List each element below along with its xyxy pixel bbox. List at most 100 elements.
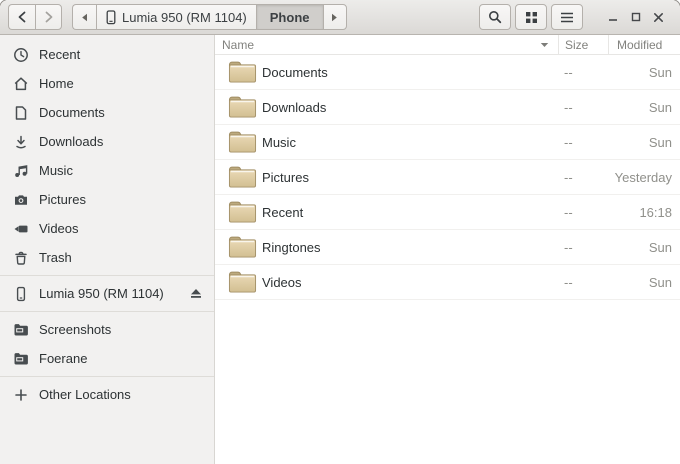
file-name: Videos	[262, 274, 302, 290]
close-button[interactable]	[647, 5, 670, 29]
sidebar-item-trash[interactable]: Trash	[0, 243, 214, 272]
document-icon	[13, 105, 29, 121]
sidebar-item-downloads[interactable]: Downloads	[0, 127, 214, 156]
file-modified: Yesterday	[614, 169, 672, 185]
path-segment-current[interactable]: Phone	[255, 4, 323, 30]
table-row-ringtones[interactable]: Ringtones -- Sun	[215, 230, 680, 265]
eject-icon	[190, 288, 202, 299]
column-header-name[interactable]: Name	[215, 38, 558, 52]
search-icon	[488, 10, 502, 24]
file-list-pane: Name Size Modified Documents -- Sun Down…	[215, 35, 680, 464]
file-modified: 16:18	[639, 204, 672, 220]
sidebar-item-music[interactable]: Music	[0, 156, 214, 185]
table-row-documents[interactable]: Documents -- Sun	[215, 55, 680, 90]
path-segment-device[interactable]: Lumia 950 (RM 1104)	[96, 4, 256, 30]
minimize-button[interactable]	[601, 5, 624, 29]
chevron-right-icon	[44, 11, 54, 23]
file-name: Ringtones	[262, 239, 321, 255]
file-size: --	[564, 239, 573, 255]
folder-icon	[228, 235, 257, 259]
file-rows: Documents -- Sun Downloads -- Sun Music …	[215, 55, 680, 464]
file-size: --	[564, 169, 573, 185]
sidebar-item-pictures[interactable]: Pictures	[0, 185, 214, 214]
sidebar-item-label: Home	[39, 76, 74, 91]
list-column-headers: Name Size Modified	[215, 35, 680, 55]
sort-descending-icon	[540, 42, 549, 48]
menu-button[interactable]	[551, 4, 583, 30]
chevron-left-icon	[17, 11, 27, 23]
sidebar-bookmark-label: Screenshots	[39, 322, 112, 337]
header-actions	[479, 4, 670, 30]
triangle-left-icon	[81, 13, 88, 22]
sidebar-item-label: Downloads	[39, 134, 104, 149]
file-name: Pictures	[262, 169, 309, 185]
history-nav-group	[8, 4, 62, 30]
sidebar-item-recent[interactable]: Recent	[0, 40, 214, 69]
file-name: Recent	[262, 204, 304, 220]
table-row-downloads[interactable]: Downloads -- Sun	[215, 90, 680, 125]
sidebar-separator	[0, 275, 214, 276]
sidebar-item-label: Music	[39, 163, 73, 178]
camera-icon	[13, 192, 29, 208]
table-row-videos[interactable]: Videos -- Sun	[215, 265, 680, 300]
grid-view-button[interactable]	[515, 4, 547, 30]
eject-button[interactable]	[188, 286, 204, 301]
file-modified: Sun	[648, 274, 672, 290]
grid-view-icon	[525, 11, 538, 24]
video-camera-icon	[13, 221, 29, 237]
sidebar-item-label: Other Locations	[39, 387, 131, 402]
file-modified: Sun	[648, 239, 672, 255]
sidebar-item-home[interactable]: Home	[0, 69, 214, 98]
file-size: --	[564, 99, 573, 115]
column-modified-label: Modified	[617, 37, 663, 52]
window-controls	[601, 5, 670, 29]
phone-icon	[13, 286, 29, 302]
triangle-right-icon	[331, 13, 338, 22]
clock-icon	[13, 47, 29, 63]
path-scroll-left-button[interactable]	[72, 4, 96, 30]
folder-icon	[228, 130, 257, 154]
sidebar-item-label: Pictures	[39, 192, 86, 207]
table-row-pictures[interactable]: Pictures -- Yesterday	[215, 160, 680, 195]
column-size-label: Size	[565, 37, 589, 52]
file-manager-window: Lumia 950 (RM 1104) Phone Recent Home Do…	[0, 0, 680, 464]
app-body: Recent Home Documents Downloads Music Pi…	[0, 35, 680, 464]
home-icon	[13, 76, 29, 92]
sidebar-item-other-locations[interactable]: Other Locations	[0, 380, 214, 409]
forward-button[interactable]	[35, 4, 62, 30]
remote-folder-icon	[13, 322, 29, 338]
sidebar-item-device-lumia[interactable]: Lumia 950 (RM 1104)	[0, 279, 214, 308]
trash-icon	[13, 250, 29, 266]
file-name: Music	[262, 134, 296, 150]
sidebar-item-label: Documents	[39, 105, 105, 120]
remote-folder-icon	[13, 351, 29, 367]
sidebar-item-label: Videos	[39, 221, 79, 236]
sidebar-item-foerane[interactable]: Foerane	[0, 344, 214, 373]
sidebar: Recent Home Documents Downloads Music Pi…	[0, 35, 215, 464]
file-name: Downloads	[262, 99, 327, 115]
path-scroll-right-button[interactable]	[322, 4, 347, 30]
file-modified: Sun	[648, 99, 672, 115]
plus-icon	[13, 387, 29, 403]
minimize-icon	[608, 12, 618, 22]
sidebar-item-videos[interactable]: Videos	[0, 214, 214, 243]
sidebar-item-documents[interactable]: Documents	[0, 98, 214, 127]
path-bar: Lumia 950 (RM 1104) Phone	[72, 4, 347, 30]
file-size: --	[564, 134, 573, 150]
sidebar-device-label: Lumia 950 (RM 1104)	[39, 286, 164, 301]
sidebar-item-screenshots[interactable]: Screenshots	[0, 315, 214, 344]
sidebar-item-label: Recent	[39, 47, 81, 62]
path-device-label: Lumia 950 (RM 1104)	[122, 9, 247, 25]
path-current-label: Phone	[269, 9, 310, 25]
maximize-button[interactable]	[624, 5, 647, 29]
column-header-size[interactable]: Size	[558, 35, 608, 54]
search-button[interactable]	[479, 4, 511, 30]
table-row-music[interactable]: Music -- Sun	[215, 125, 680, 160]
back-button[interactable]	[8, 4, 35, 30]
file-size: --	[564, 204, 573, 220]
file-size: --	[564, 64, 573, 80]
column-header-modified[interactable]: Modified	[608, 35, 680, 54]
headerbar: Lumia 950 (RM 1104) Phone	[0, 0, 680, 35]
table-row-recent[interactable]: Recent -- 16:18	[215, 195, 680, 230]
folder-icon	[228, 95, 257, 119]
